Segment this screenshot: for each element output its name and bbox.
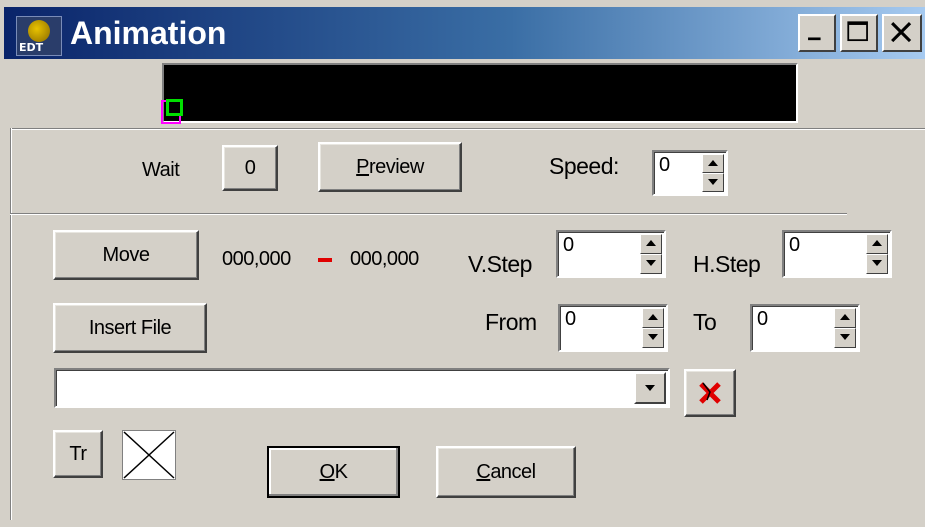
vstep-label: V.Step bbox=[468, 251, 532, 277]
spin-up-icon bbox=[872, 240, 882, 246]
to-label: To bbox=[693, 309, 717, 335]
close-button[interactable] bbox=[882, 14, 922, 52]
to-up-button[interactable] bbox=[834, 308, 856, 328]
delete-button[interactable] bbox=[684, 369, 736, 417]
vstep-spin-buttons[interactable] bbox=[640, 234, 662, 274]
animation-preview-strip[interactable] bbox=[162, 63, 798, 123]
from-label: From bbox=[485, 309, 537, 335]
spin-down-icon bbox=[840, 334, 850, 340]
minimize-button[interactable] bbox=[798, 14, 836, 52]
tr-button[interactable]: Tr bbox=[53, 430, 103, 478]
cancel-mnemonic: C bbox=[476, 460, 491, 483]
speed-spinner[interactable]: 0 bbox=[652, 150, 728, 196]
frame-marker-green[interactable] bbox=[166, 99, 183, 116]
file-combobox[interactable] bbox=[54, 368, 670, 408]
ok-label-rest: K bbox=[334, 460, 348, 483]
cancel-label-rest: ancel bbox=[490, 460, 536, 483]
file-combobox-dropdown-button[interactable] bbox=[634, 372, 666, 404]
tr-label: Tr bbox=[69, 442, 87, 465]
move-label: Move bbox=[102, 243, 150, 266]
to-spinner[interactable]: 0 bbox=[750, 304, 860, 352]
spin-down-icon bbox=[648, 334, 658, 340]
move-button[interactable]: Move bbox=[53, 230, 199, 280]
app-globe-icon: EDT bbox=[16, 16, 62, 56]
preview-button[interactable]: Preview bbox=[318, 142, 462, 192]
empty-color-swatch-icon bbox=[123, 431, 175, 479]
speed-label: Speed: bbox=[549, 153, 619, 179]
vstep-down-button[interactable] bbox=[640, 254, 662, 274]
speed-spin-buttons[interactable] bbox=[702, 154, 724, 192]
from-down-button[interactable] bbox=[642, 328, 664, 348]
spin-down-icon bbox=[646, 260, 656, 266]
wait-button[interactable]: 0 bbox=[222, 145, 278, 191]
hstep-down-button[interactable] bbox=[866, 254, 888, 274]
app-icon-text: EDT bbox=[19, 41, 44, 54]
ok-button[interactable]: OK bbox=[267, 446, 400, 498]
hstep-label: H.Step bbox=[693, 251, 761, 277]
spin-up-icon bbox=[708, 160, 718, 166]
vstep-value: 0 bbox=[563, 234, 575, 256]
from-spin-buttons[interactable] bbox=[642, 308, 664, 348]
title-bar[interactable]: EDT Animation bbox=[4, 7, 925, 59]
from-value: 0 bbox=[565, 308, 577, 330]
top-group-border bbox=[10, 128, 925, 130]
section-divider bbox=[10, 213, 847, 215]
chevron-down-icon bbox=[645, 385, 655, 391]
preview-label-rest: review bbox=[369, 155, 424, 178]
spin-down-icon bbox=[708, 179, 718, 185]
insert-file-button[interactable]: Insert File bbox=[53, 303, 207, 353]
spin-up-icon bbox=[648, 314, 658, 320]
red-x-icon bbox=[699, 382, 721, 404]
vstep-up-button[interactable] bbox=[640, 234, 662, 254]
transparent-color-swatch[interactable] bbox=[122, 430, 176, 480]
to-spin-buttons[interactable] bbox=[834, 308, 856, 348]
window-title: Animation bbox=[70, 15, 227, 51]
speed-up-button[interactable] bbox=[702, 154, 724, 173]
to-value: 0 bbox=[757, 308, 769, 330]
from-spinner[interactable]: 0 bbox=[558, 304, 668, 352]
preview-mnemonic: P bbox=[356, 155, 370, 178]
hstep-value: 0 bbox=[789, 234, 801, 256]
spin-down-icon bbox=[872, 260, 882, 266]
hstep-spin-buttons[interactable] bbox=[866, 234, 888, 274]
close-icon bbox=[891, 22, 912, 43]
animation-dialog: EDT Animation Wait 0 Preview Speed: 0 Mo… bbox=[0, 0, 925, 527]
ok-mnemonic: O bbox=[319, 460, 336, 483]
left-group-border bbox=[10, 128, 12, 520]
spin-up-icon bbox=[840, 314, 850, 320]
coord-to: 000,000 bbox=[350, 248, 419, 270]
vstep-spinner[interactable]: 0 bbox=[556, 230, 666, 278]
cancel-button[interactable]: Cancel bbox=[436, 446, 576, 498]
spin-up-icon bbox=[646, 240, 656, 246]
coord-from: 000,000 bbox=[222, 248, 291, 270]
minimize-icon bbox=[808, 37, 821, 41]
from-up-button[interactable] bbox=[642, 308, 664, 328]
hstep-up-button[interactable] bbox=[866, 234, 888, 254]
speed-value: 0 bbox=[659, 154, 671, 176]
maximize-icon bbox=[847, 21, 868, 42]
maximize-button[interactable] bbox=[840, 14, 878, 52]
wait-label: Wait bbox=[142, 159, 180, 181]
insert-file-label: Insert File bbox=[88, 316, 172, 339]
coord-separator bbox=[318, 258, 332, 262]
speed-down-button[interactable] bbox=[702, 173, 724, 192]
to-down-button[interactable] bbox=[834, 328, 856, 348]
hstep-spinner[interactable]: 0 bbox=[782, 230, 892, 278]
wait-value: 0 bbox=[244, 156, 256, 179]
